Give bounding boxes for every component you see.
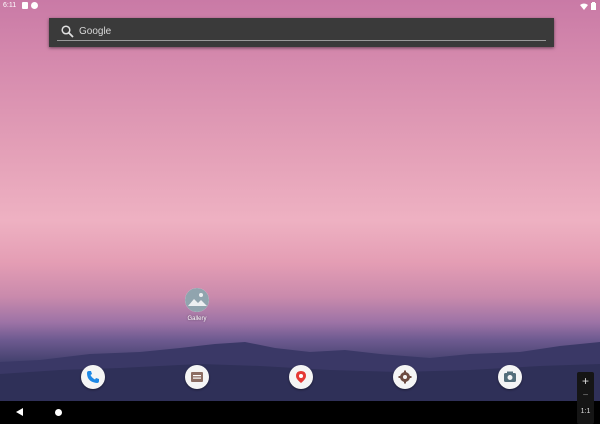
messages-icon xyxy=(191,372,203,382)
phone-icon xyxy=(87,371,99,383)
dock-settings[interactable] xyxy=(393,365,417,389)
search-bar-label: Google xyxy=(79,26,112,37)
dock-camera[interactable] xyxy=(498,365,522,389)
zoom-out-button[interactable]: − xyxy=(577,390,594,401)
settings-icon xyxy=(398,370,412,384)
maps-icon xyxy=(296,371,306,383)
search-icon xyxy=(61,25,74,38)
battery-icon xyxy=(591,2,596,10)
navigation-bar xyxy=(0,401,600,424)
notification-icon xyxy=(31,2,38,9)
gallery-label: Gallery xyxy=(187,316,207,322)
gallery-icon xyxy=(185,288,209,312)
dock-phone[interactable] xyxy=(81,365,105,389)
zoom-reset-button[interactable]: 1:1 xyxy=(577,408,594,415)
camera-icon xyxy=(504,371,516,382)
zoom-in-button[interactable]: + xyxy=(577,374,594,388)
notification-icon xyxy=(22,2,28,9)
app-gallery[interactable]: Gallery xyxy=(182,288,212,322)
dock-maps[interactable] xyxy=(289,365,313,389)
home-icon[interactable] xyxy=(55,409,62,416)
wifi-icon xyxy=(580,3,588,10)
dock-messages[interactable] xyxy=(185,365,209,389)
back-icon[interactable] xyxy=(16,408,23,416)
search-underline xyxy=(57,40,546,41)
status-time: 6:11 xyxy=(3,2,17,9)
zoom-controls: + − 1:1 xyxy=(577,372,594,424)
status-bar: 6:11 xyxy=(0,0,600,12)
google-search-bar[interactable]: Google xyxy=(49,18,554,47)
